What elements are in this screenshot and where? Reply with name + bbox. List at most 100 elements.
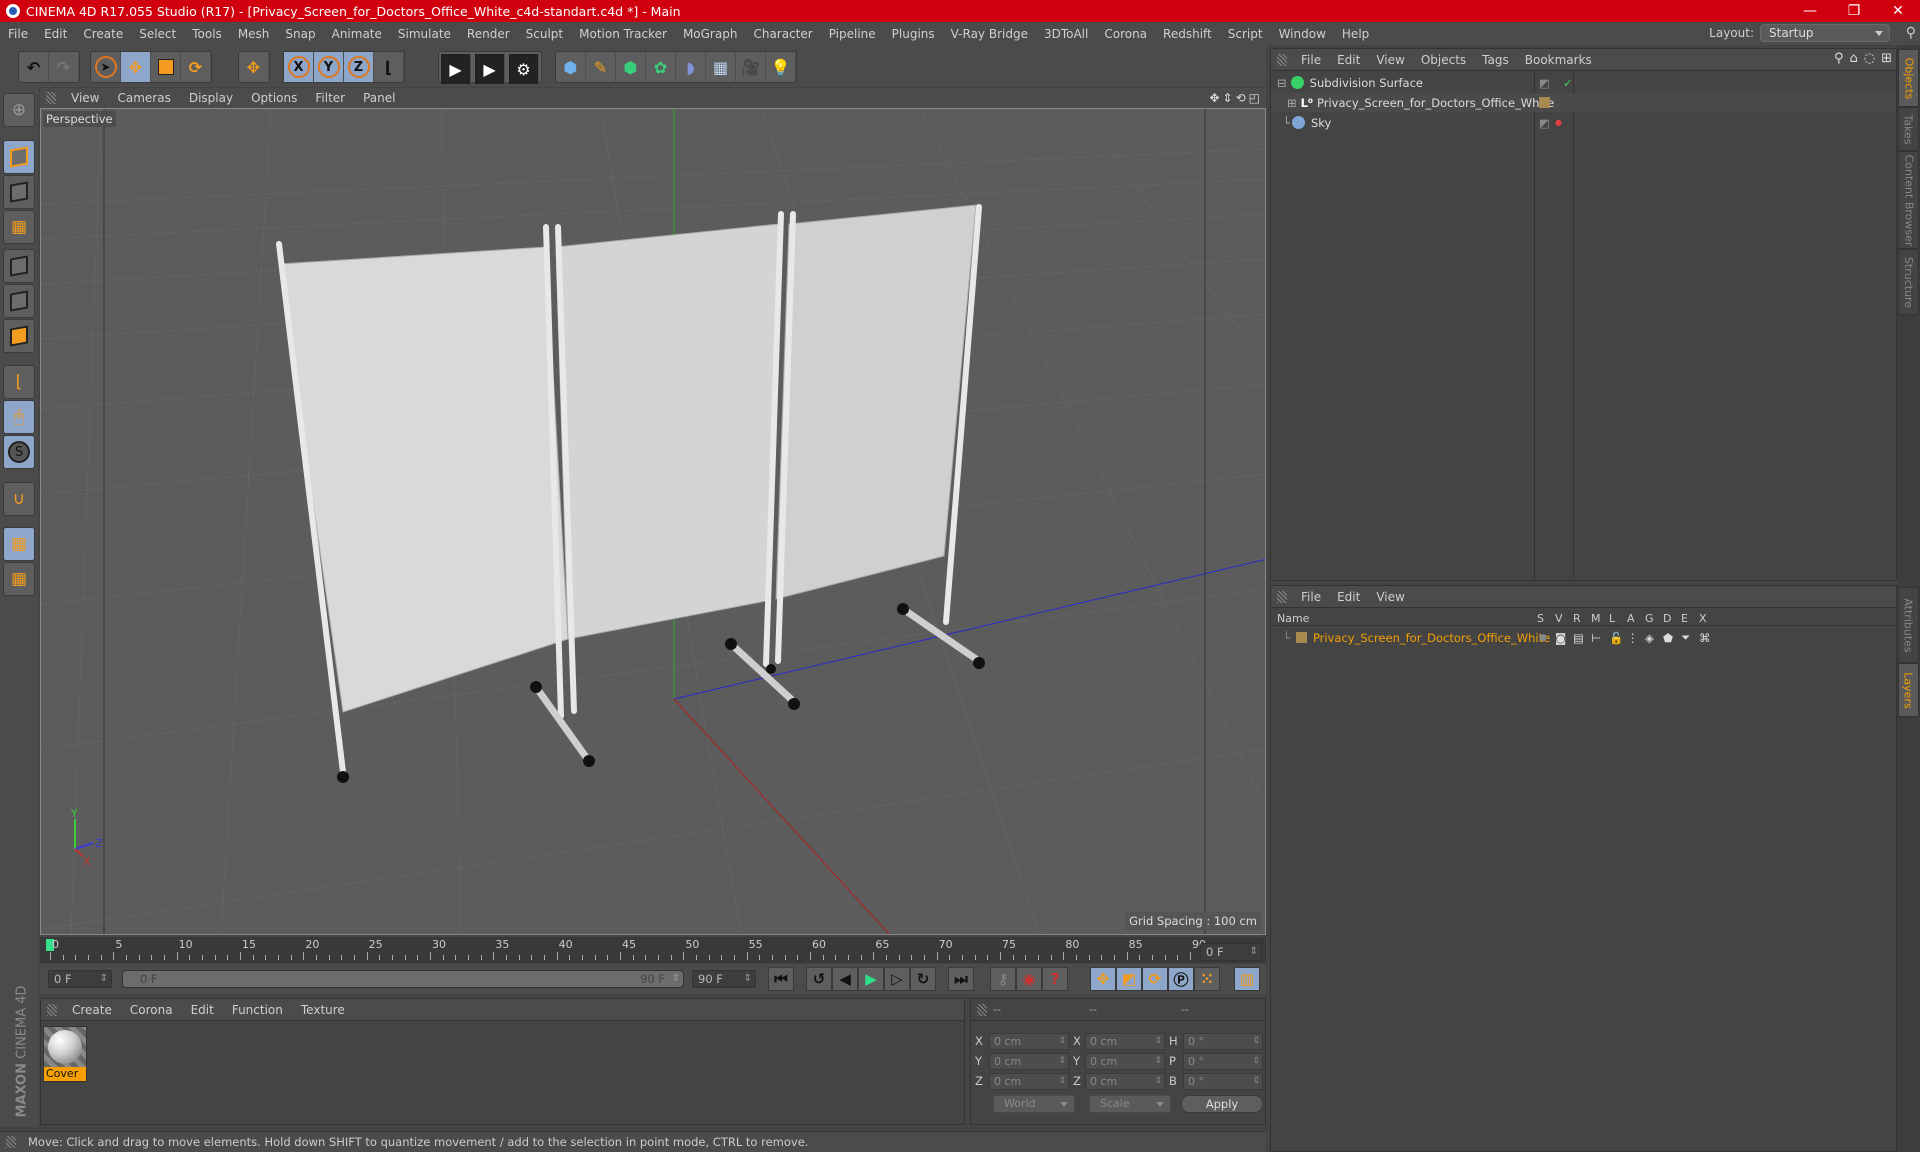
floor-icon[interactable]: ▦ (706, 52, 736, 82)
new-window-icon[interactable]: ⊞ (1881, 51, 1892, 66)
xref-toggle-icon[interactable]: ⌘ (1699, 631, 1711, 645)
go-to-start-button[interactable]: ⏮ (768, 967, 794, 991)
layer-menu-view[interactable]: View (1368, 590, 1412, 604)
tab-objects[interactable]: Objects (1898, 49, 1919, 107)
move-icon[interactable]: ✥ (121, 52, 151, 82)
lock-toggle-icon[interactable]: 🔓 (1609, 631, 1623, 645)
tab-takes[interactable]: Takes (1898, 107, 1919, 151)
layer-menu-edit[interactable]: Edit (1329, 590, 1368, 604)
column-locked[interactable]: L (1609, 612, 1615, 625)
current-frame-field[interactable]: 0 F (48, 970, 112, 988)
panel-grip[interactable] (1277, 53, 1287, 66)
material-menu-function[interactable]: Function (223, 1003, 292, 1017)
tab-attributes[interactable]: Attributes (1898, 587, 1919, 663)
tab-layers[interactable]: Layers (1898, 663, 1919, 717)
snap-icon[interactable]: ∪ (3, 482, 35, 516)
view-toggle-icon[interactable]: ◙ (1555, 631, 1566, 645)
menu-vray-bridge[interactable]: V-Ray Bridge (943, 27, 1036, 41)
menu-select[interactable]: Select (131, 27, 184, 41)
column-render[interactable]: R (1573, 612, 1581, 625)
go-to-next-key-button[interactable]: ↻ (910, 967, 936, 991)
editor-visibility-icon[interactable]: ◩ (1539, 76, 1550, 90)
key-scale-button[interactable]: ◩ (1116, 967, 1142, 991)
animation-toggle-icon[interactable]: ⋮ (1627, 631, 1639, 645)
menu-file[interactable]: File (0, 27, 36, 41)
column-view[interactable]: V (1555, 612, 1563, 625)
key-position-button[interactable]: ✥ (1090, 967, 1116, 991)
menu-render[interactable]: Render (459, 27, 518, 41)
render-view-icon[interactable]: ▶ (441, 54, 471, 84)
menu-pipeline[interactable]: Pipeline (821, 27, 884, 41)
go-to-end-button[interactable]: ⏭ (948, 967, 974, 991)
render-toggle-icon[interactable]: ▤ (1573, 631, 1584, 645)
objmgr-menu-file[interactable]: File (1293, 53, 1329, 67)
panel-grip[interactable] (977, 1003, 987, 1016)
search-icon[interactable]: ⚲ (1834, 51, 1844, 66)
workplane-icon[interactable]: ▦ (3, 210, 35, 244)
orbit-view-icon[interactable]: ⟲ (1236, 91, 1246, 105)
rot-p-field[interactable]: 0 ° (1183, 1053, 1263, 1070)
manager-toggle-icon[interactable]: ⊢ (1591, 631, 1601, 645)
menu-help[interactable]: Help (1334, 27, 1377, 41)
last-tool-icon[interactable]: ✥ (239, 52, 269, 82)
points-mode-icon[interactable] (3, 249, 35, 283)
play-button[interactable]: ▶ (858, 967, 884, 991)
objmgr-menu-bookmarks[interactable]: Bookmarks (1517, 53, 1600, 67)
end-frame-field[interactable]: 90 F (692, 970, 756, 988)
layout-dropdown[interactable]: Startup (1760, 24, 1890, 42)
material-menu-create[interactable]: Create (63, 1003, 121, 1017)
size-y-field[interactable]: 0 cm (1085, 1053, 1165, 1070)
deformer-icon[interactable]: ◗ (676, 52, 706, 82)
menu-plugins[interactable]: Plugins (884, 27, 943, 41)
menu-edit[interactable]: Edit (36, 27, 75, 41)
eye-icon[interactable]: ◌ (1864, 51, 1875, 66)
frame-range-slider[interactable]: 0 F 90 F (122, 970, 684, 988)
column-animation[interactable]: A (1627, 612, 1635, 625)
subdivision-icon[interactable]: ⬢ (616, 52, 646, 82)
menu-3dtoall[interactable]: 3DToAll (1036, 27, 1096, 41)
workplane-align-icon[interactable]: ▦ (3, 562, 35, 596)
maximize-button[interactable]: ❐ (1832, 0, 1876, 22)
y-axis-icon[interactable]: Y (314, 52, 344, 82)
menu-animate[interactable]: Animate (324, 27, 390, 41)
objmgr-menu-objects[interactable]: Objects (1413, 53, 1474, 67)
toggle-panel-icon[interactable]: ◰ (1249, 91, 1260, 105)
minimize-button[interactable]: — (1788, 0, 1832, 22)
cube-icon[interactable]: ⬢ (556, 52, 586, 82)
deformers-toggle-icon[interactable]: ⬟ (1663, 631, 1673, 645)
keyframe-selection-button[interactable]: ? (1042, 967, 1068, 991)
home-icon[interactable]: ⌂ (1849, 51, 1857, 66)
pos-y-field[interactable]: 0 cm (989, 1053, 1069, 1070)
layer-row[interactable]: └ Privacy_Screen_for_Doctors_Office_Whit… (1271, 628, 1896, 647)
live-selection-icon[interactable]: ➤ (91, 52, 121, 82)
menu-sculpt[interactable]: Sculpt (518, 27, 571, 41)
menu-window[interactable]: Window (1271, 27, 1334, 41)
workplane-lock-icon[interactable]: ▦ (3, 527, 35, 561)
scale-icon[interactable] (151, 52, 181, 82)
menu-create[interactable]: Create (75, 27, 131, 41)
previous-frame-button[interactable]: ◀ (832, 967, 858, 991)
render-picture-viewer-icon[interactable]: ▶ (475, 54, 505, 84)
objmgr-menu-tags[interactable]: Tags (1474, 53, 1517, 67)
menu-script[interactable]: Script (1220, 27, 1271, 41)
tweak-mode-icon[interactable]: 🖱 (3, 400, 35, 434)
tab-content-browser[interactable]: Content Browser (1898, 151, 1919, 249)
pen-icon[interactable]: ✎ (586, 52, 616, 82)
column-manager[interactable]: M (1591, 612, 1601, 625)
key-pla-button[interactable]: ⁙ (1194, 967, 1220, 991)
size-z-field[interactable]: 0 cm (1085, 1073, 1165, 1090)
object-row[interactable]: ⊟ Subdivision Surface ◩ ✓ (1271, 73, 1896, 92)
viewport-menu-view[interactable]: View (62, 91, 108, 105)
make-editable-icon[interactable]: ⊕ (3, 93, 35, 127)
material-menu-edit[interactable]: Edit (182, 1003, 223, 1017)
menu-mograph[interactable]: MoGraph (675, 27, 746, 41)
tab-structure[interactable]: Structure (1898, 249, 1919, 315)
panel-grip[interactable] (46, 92, 56, 104)
panel-grip[interactable] (1277, 590, 1287, 603)
timeline-window-button[interactable]: ▥ (1234, 967, 1260, 991)
z-axis-icon[interactable]: Z (344, 52, 374, 82)
column-solo[interactable]: S (1537, 612, 1544, 625)
light-icon[interactable]: 💡 (766, 52, 796, 82)
object-row[interactable]: ⊞ L⁰ Privacy_Screen_for_Doctors_Office_W… (1271, 93, 1896, 112)
rotate-icon[interactable]: ⟳ (181, 52, 211, 82)
